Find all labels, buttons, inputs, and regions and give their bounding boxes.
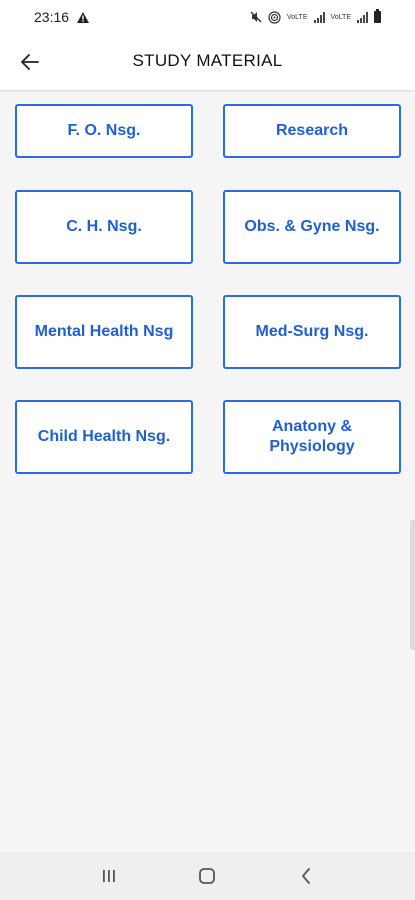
tile-anatony-physiology[interactable]: Anatony & Physiology bbox=[223, 400, 401, 474]
hotspot-icon bbox=[268, 10, 281, 24]
status-right: VoLTE VoLTE bbox=[250, 9, 381, 24]
tile-label: Med-Surg Nsg. bbox=[255, 323, 369, 340]
edge-panel-handle[interactable] bbox=[410, 520, 415, 650]
tile-mental-health-nsg[interactable]: Mental Health Nsg bbox=[15, 295, 193, 369]
recents-icon bbox=[103, 870, 115, 882]
recents-button[interactable] bbox=[89, 856, 129, 896]
nav-back-button[interactable] bbox=[286, 856, 326, 896]
battery-icon bbox=[374, 9, 381, 23]
page-title: STUDY MATERIAL bbox=[132, 51, 283, 70]
tile-label: Child Health Nsg. bbox=[37, 428, 171, 445]
status-bar: 23:16 VoLTE VoLTE bbox=[0, 0, 415, 34]
tile-label: Anatony & Physiology bbox=[269, 418, 355, 455]
system-nav-bar bbox=[0, 852, 415, 900]
tile-research[interactable]: Research bbox=[223, 104, 401, 158]
back-chevron-icon bbox=[301, 868, 310, 884]
home-button[interactable] bbox=[187, 856, 227, 896]
network-label-2: VoLTE bbox=[330, 13, 352, 21]
status-left: 23:16 bbox=[34, 9, 90, 25]
tile-label: F. O. Nsg. bbox=[67, 122, 141, 139]
mute-icon bbox=[250, 11, 262, 23]
home-icon bbox=[199, 868, 216, 884]
tile-obs-gyne-nsg[interactable]: Obs. & Gyne Nsg. bbox=[223, 190, 401, 264]
tile-label: Mental Health Nsg bbox=[34, 323, 174, 340]
signal-icon bbox=[313, 11, 325, 23]
network-label-1: VoLTE bbox=[287, 13, 308, 21]
warning-icon bbox=[77, 11, 90, 23]
app-bar: STUDY MATERIAL bbox=[0, 34, 415, 90]
tile-label: Obs. & Gyne Nsg. bbox=[244, 218, 380, 235]
tile-fo-nsg[interactable]: F. O. Nsg. bbox=[15, 104, 193, 158]
signal-icon-2 bbox=[357, 11, 368, 23]
status-time: 23:16 bbox=[34, 9, 70, 25]
tile-med-surg-nsg[interactable]: Med-Surg Nsg. bbox=[223, 295, 401, 369]
tile-label: Research bbox=[275, 122, 349, 139]
tile-child-health-nsg[interactable]: Child Health Nsg. bbox=[15, 400, 193, 474]
tile-label: C. H. Nsg. bbox=[66, 218, 142, 235]
tile-ch-nsg[interactable]: C. H. Nsg. bbox=[15, 190, 193, 264]
